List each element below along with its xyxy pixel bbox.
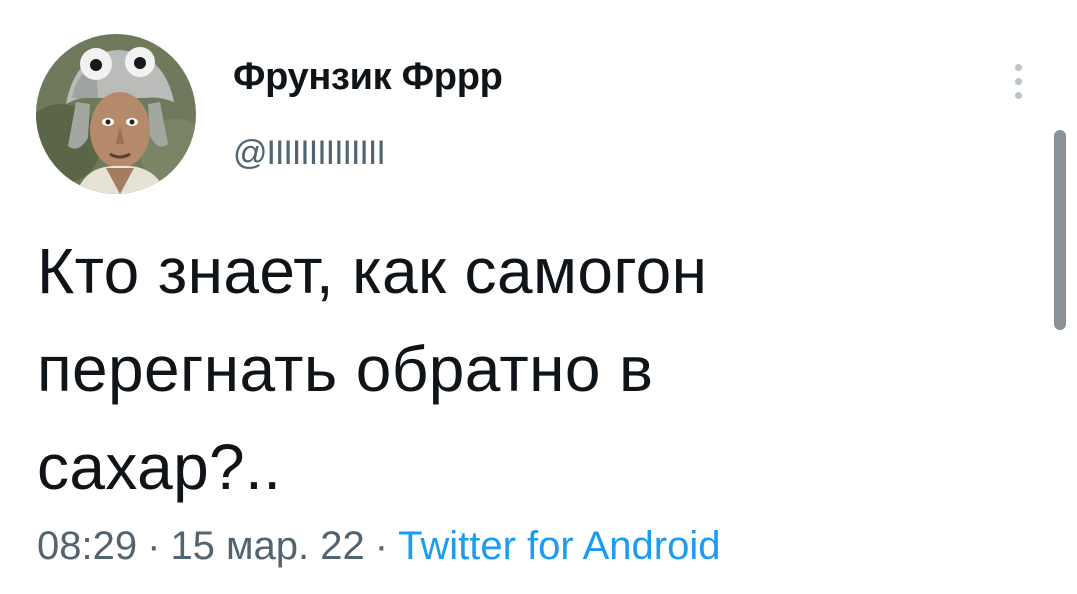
tweet-meta: 08:29 · 15 мар. 22 · Twitter for Android bbox=[37, 524, 720, 569]
tweet-text-line: сахар?.. bbox=[37, 431, 282, 503]
tweet-date[interactable]: 15 мар. 22 bbox=[170, 524, 364, 568]
tweet-text-line: Кто знает, как самогон bbox=[37, 235, 708, 307]
tweet-text: Кто знает, как самогон перегнать обратно… bbox=[37, 222, 1027, 516]
tweet-time[interactable]: 08:29 bbox=[37, 524, 137, 568]
user-handle[interactable]: @IIIIIIIIIIIIII bbox=[233, 134, 386, 173]
separator: · bbox=[147, 524, 161, 568]
scrollbar[interactable] bbox=[1054, 130, 1066, 330]
tweet-source-link[interactable]: Twitter for Android bbox=[398, 524, 720, 568]
tweet-text-line: перегнать обратно в bbox=[37, 333, 654, 405]
tweet-card: Фрунзик Фррр @IIIIIIIIIIIIII Кто знает, … bbox=[0, 0, 1077, 594]
avatar-image bbox=[36, 34, 196, 194]
avatar[interactable] bbox=[36, 34, 196, 194]
more-options-button[interactable] bbox=[1004, 60, 1034, 104]
separator: · bbox=[374, 524, 389, 568]
display-name[interactable]: Фрунзик Фррр bbox=[233, 56, 503, 99]
